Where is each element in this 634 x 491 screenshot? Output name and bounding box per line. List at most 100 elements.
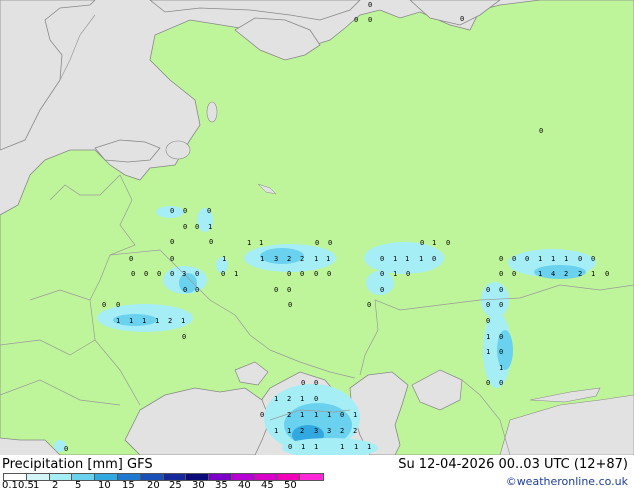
- legend-tick-label: 1: [33, 480, 40, 491]
- precip-value: 1: [432, 239, 437, 247]
- precip-value: 3: [327, 427, 332, 435]
- precip-value: 0: [340, 411, 345, 419]
- precip-value: 0: [499, 255, 504, 263]
- precip-value: 1: [405, 255, 410, 263]
- precip-value: 0: [300, 270, 305, 278]
- precip-value: 0: [221, 270, 226, 278]
- precip-value: 1: [208, 223, 213, 231]
- precip-value: 1: [287, 427, 292, 435]
- precip-value: 0: [301, 379, 306, 387]
- precip-value: 0: [486, 317, 491, 325]
- precip-value: 1: [367, 443, 372, 451]
- precip-value: 0: [102, 301, 107, 309]
- precip-value: 0: [64, 445, 69, 453]
- precip-value: 1: [301, 443, 306, 451]
- precip-value: 0: [195, 286, 200, 294]
- legend-tick-label: 45: [261, 480, 274, 491]
- precip-value: 0: [315, 239, 320, 247]
- precip-value: 0: [368, 1, 373, 9]
- precip-value: 0: [499, 286, 504, 294]
- precip-value: 1: [300, 411, 305, 419]
- precip-value: 2: [340, 427, 345, 435]
- precip-value: 3: [274, 255, 279, 263]
- precip-value: 0: [183, 286, 188, 294]
- legend-tick-label: 25: [169, 480, 182, 491]
- precip-value: 2: [353, 427, 358, 435]
- precip-value: 2: [564, 270, 569, 278]
- legend-tick-label: 0.5: [18, 480, 34, 491]
- legend-tick-label: 20: [147, 480, 160, 491]
- precip-value: 0: [144, 270, 149, 278]
- precip-value: 1: [116, 317, 121, 325]
- precip-value: 1: [486, 348, 491, 356]
- precip-value: 3: [314, 427, 319, 435]
- precip-value: 1: [538, 255, 543, 263]
- precip-value: 0: [460, 15, 465, 23]
- precip-value: 0: [432, 255, 437, 263]
- precip-value: 0: [170, 238, 175, 246]
- precip-value: 1: [340, 443, 345, 451]
- legend-tick-label: 30: [192, 480, 205, 491]
- precip-value: 0: [327, 270, 332, 278]
- precip-value: 0: [605, 270, 610, 278]
- precip-value: 0: [183, 207, 188, 215]
- precip-value: 1: [300, 395, 305, 403]
- precip-value: 1: [354, 443, 359, 451]
- precip-value: 0: [170, 207, 175, 215]
- lake-onega: [206, 101, 218, 123]
- precip-value: 0: [380, 286, 385, 294]
- lake-ladoga: [165, 140, 191, 160]
- precip-value: 0: [354, 16, 359, 24]
- precip-value: 3: [182, 270, 187, 278]
- precip-value: 1: [591, 270, 596, 278]
- credit-link[interactable]: ©weatheronline.co.uk: [506, 475, 628, 488]
- map-footer: Precipitation [mm] GFS Su 12-04-2026 00.…: [0, 455, 634, 491]
- legend-tick-label: 10: [98, 480, 111, 491]
- precip-value: 0: [368, 16, 373, 24]
- precip-value: 2: [168, 317, 173, 325]
- precip-value: 1: [181, 317, 186, 325]
- precip-value: 1: [314, 255, 319, 263]
- legend-swatch: [299, 473, 325, 481]
- precip-value: 1: [353, 411, 358, 419]
- precip-value: 1: [234, 270, 239, 278]
- precip-value: 0: [288, 301, 293, 309]
- precip-value: 0: [195, 223, 200, 231]
- precip-value: 4: [551, 270, 556, 278]
- precip-value: 2: [287, 255, 292, 263]
- precip-value: 0: [274, 286, 279, 294]
- precip-value: 1: [499, 364, 504, 372]
- precip-value: 0: [183, 223, 188, 231]
- precip-value: 1: [142, 317, 147, 325]
- precip-value: 1: [129, 317, 134, 325]
- precip-value: 1: [222, 255, 227, 263]
- precip-value: 0: [406, 270, 411, 278]
- precip-value: 1: [314, 443, 319, 451]
- precip-value: 0: [209, 238, 214, 246]
- precip-value: 0: [131, 270, 136, 278]
- precip-value: 0: [578, 255, 583, 263]
- valid-time: Su 12-04-2026 00..03 UTC (12+87): [398, 457, 628, 472]
- precip-value: 1: [551, 255, 556, 263]
- precip-value: 1: [419, 255, 424, 263]
- precip-value: 0: [486, 379, 491, 387]
- precip-value: 0: [170, 270, 175, 278]
- precip-value: 0: [512, 270, 517, 278]
- precip-value: 2: [578, 270, 583, 278]
- precip-value: 0: [157, 270, 162, 278]
- precip-value: 0: [499, 270, 504, 278]
- precip-value: 0: [499, 379, 504, 387]
- precip-value: 2: [300, 255, 305, 263]
- precip-value: 0: [486, 301, 491, 309]
- precip-value: 1: [486, 333, 491, 341]
- precip-value: 2: [287, 395, 292, 403]
- legend-tick-label: 35: [215, 480, 228, 491]
- precip-value: 0: [314, 395, 319, 403]
- precip-value: 0: [446, 239, 451, 247]
- precip-value: 1: [155, 317, 160, 325]
- precip-value: 0: [129, 255, 134, 263]
- precip-value: 1: [326, 255, 331, 263]
- precip-value: 0: [170, 255, 175, 263]
- precip-value: 1: [538, 270, 543, 278]
- precip-value: 1: [259, 239, 264, 247]
